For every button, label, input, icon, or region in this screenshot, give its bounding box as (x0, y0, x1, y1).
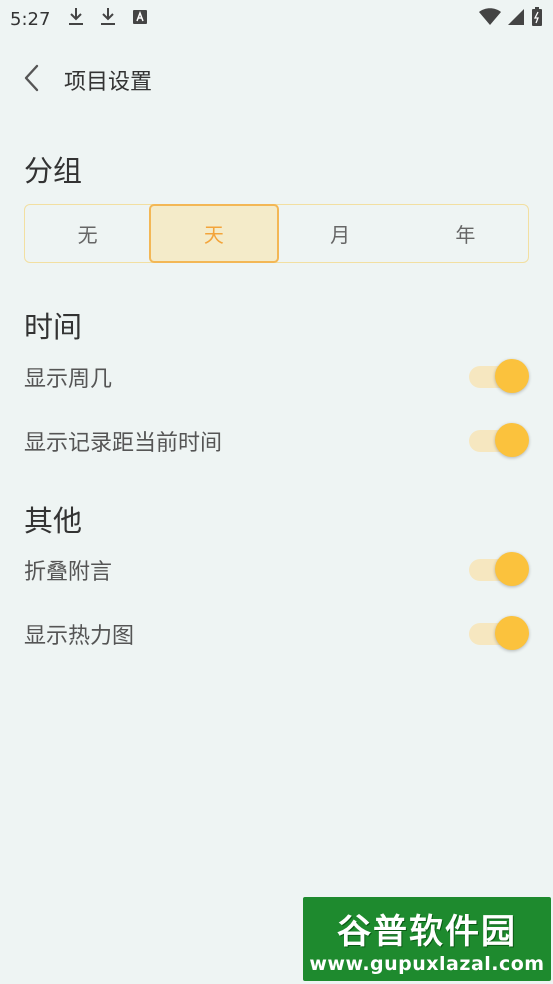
download-icon (100, 7, 116, 32)
download-icon (68, 7, 84, 32)
app-bar: 项目设置 (0, 52, 553, 108)
signal-icon (507, 8, 525, 31)
wifi-icon (479, 7, 501, 31)
setting-row-show-elapsed-time: 显示记录距当前时间 (24, 418, 529, 464)
chevron-left-icon (23, 64, 41, 96)
setting-label: 显示记录距当前时间 (24, 431, 223, 456)
watermark-url: www.gupuxlazal.com (309, 952, 545, 975)
show-elapsed-time-toggle[interactable] (469, 421, 529, 461)
status-time: 5:27 (10, 8, 51, 30)
toggle-thumb (495, 423, 529, 457)
grouping-option-year[interactable]: 年 (403, 205, 528, 262)
watermark-logo: 谷普软件园 www.gupuxlazal.com (303, 897, 551, 981)
section-title-other: 其他 (24, 504, 83, 538)
watermark-title: 谷普软件园 (337, 911, 517, 952)
setting-label: 显示热力图 (24, 624, 135, 649)
toggle-thumb (495, 616, 529, 650)
section-title-grouping: 分组 (24, 154, 83, 188)
page-title: 项目设置 (64, 70, 153, 95)
grouping-segmented-control: 无 天 月 年 (24, 204, 529, 263)
grouping-option-month[interactable]: 月 (278, 205, 403, 262)
show-weekday-toggle[interactable] (469, 357, 529, 397)
grouping-option-none[interactable]: 无 (25, 205, 150, 262)
setting-label: 显示周几 (24, 367, 113, 392)
status-system-icons (479, 6, 543, 32)
show-heatmap-toggle[interactable] (469, 614, 529, 654)
setting-row-show-heatmap: 显示热力图 (24, 611, 529, 657)
status-notification-icons (68, 7, 148, 32)
grouping-option-day[interactable]: 天 (149, 204, 279, 263)
back-button[interactable] (0, 52, 64, 108)
collapse-note-toggle[interactable] (469, 550, 529, 590)
battery-icon (531, 6, 543, 32)
toggle-thumb (495, 359, 529, 393)
setting-row-collapse-note: 折叠附言 (24, 547, 529, 593)
status-bar: 5:27 (0, 0, 553, 38)
section-title-time: 时间 (24, 310, 83, 344)
setting-row-show-weekday: 显示周几 (24, 354, 529, 400)
toggle-thumb (495, 552, 529, 586)
font-icon (132, 9, 148, 30)
setting-label: 折叠附言 (24, 560, 113, 585)
